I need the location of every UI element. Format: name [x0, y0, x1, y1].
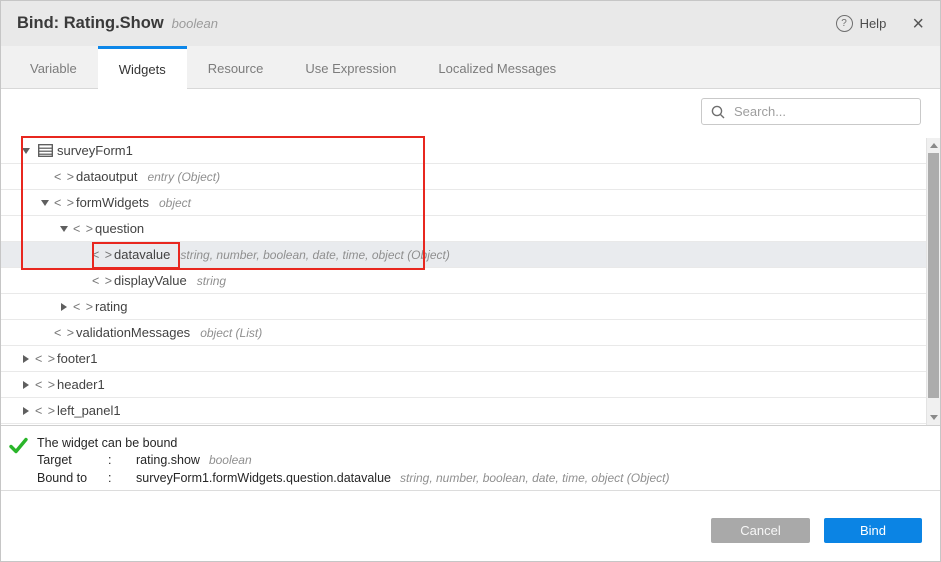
scrollbar-down-arrow-icon[interactable]	[930, 415, 938, 420]
angle-brackets-icon: < >	[54, 170, 74, 184]
angle-brackets-icon: < >	[92, 274, 112, 288]
chevron-down-icon[interactable]	[36, 200, 54, 206]
tree-row-formwidgets[interactable]: < >formWidgets object	[1, 190, 927, 216]
success-check-icon	[9, 437, 28, 454]
scrollbar-track[interactable]	[926, 138, 940, 425]
tab-localized-messages[interactable]: Localized Messages	[417, 46, 577, 88]
angle-brackets-icon: < >	[35, 404, 55, 418]
tab-bar: VariableWidgetsResourceUse ExpressionLoc…	[1, 46, 940, 89]
bound-to-type: string, number, boolean, date, time, obj…	[400, 471, 669, 485]
tree-row-type: string, number, boolean, date, time, obj…	[180, 248, 449, 262]
tree-row-label: header1	[57, 377, 105, 392]
target-type: boolean	[209, 453, 252, 467]
bind-button[interactable]: Bind	[824, 518, 922, 543]
tree-row-label: question	[95, 221, 144, 236]
page-title: Bind: Rating.Show	[17, 14, 164, 33]
angle-brackets-icon: < >	[73, 300, 93, 314]
tree-row-left-panel1[interactable]: < >left_panel1	[1, 398, 927, 424]
angle-brackets-icon: < >	[35, 378, 55, 392]
tree-row-type: object	[159, 196, 191, 210]
tree-row-label: surveyForm1	[57, 143, 133, 158]
scrollbar-thumb[interactable]	[928, 153, 939, 398]
tree-row-rating[interactable]: < >rating	[1, 294, 927, 320]
status-lines: The widget can be bound Target : rating.…	[37, 434, 669, 487]
angle-brackets-icon: < >	[35, 352, 55, 366]
tab-resource[interactable]: Resource	[187, 46, 285, 88]
search-input[interactable]	[732, 103, 912, 120]
target-label: Target	[37, 453, 108, 467]
bound-to-label: Bound to	[37, 471, 108, 485]
tree-row-question[interactable]: < >question	[1, 216, 927, 242]
tree-row-displayvalue[interactable]: < >displayValue string	[1, 268, 927, 294]
search-icon	[711, 105, 725, 119]
search-box	[701, 98, 921, 125]
tree-row-type: entry (Object)	[147, 170, 220, 184]
tree-row-header1[interactable]: < >header1	[1, 372, 927, 398]
cancel-button[interactable]: Cancel	[711, 518, 810, 543]
tree-row-dataoutput[interactable]: < >dataoutput entry (Object)	[1, 164, 927, 190]
chevron-right-icon[interactable]	[55, 303, 73, 311]
bind-status-panel: The widget can be bound Target : rating.…	[1, 426, 940, 491]
status-message: The widget can be bound	[37, 436, 177, 450]
status-target-row: Target : rating.show boolean	[37, 452, 669, 470]
tree-row-label: formWidgets	[76, 195, 149, 210]
angle-brackets-icon: < >	[54, 196, 74, 210]
dialog-header: Bind: Rating.Show boolean ? Help ×	[1, 1, 940, 46]
tree-row-type: object (List)	[200, 326, 262, 340]
tab-widgets[interactable]: Widgets	[98, 46, 187, 89]
chevron-right-icon[interactable]	[17, 381, 35, 389]
tree-row-datavalue[interactable]: < >datavalue string, number, boolean, dat…	[1, 242, 927, 268]
target-value: rating.show	[136, 453, 200, 467]
widget-tree: surveyForm1< >dataoutputentry (Object)< …	[1, 138, 940, 426]
help-circle-icon[interactable]: ?	[836, 15, 853, 32]
tree-row-validationmessages[interactable]: < >validationMessages object (List)	[1, 320, 927, 346]
tree-row-label: dataoutput	[76, 169, 137, 184]
help-button[interactable]: Help	[860, 16, 887, 31]
scrollbar-up-arrow-icon[interactable]	[930, 143, 938, 148]
dialog-footer: Cancel Bind	[1, 491, 940, 561]
angle-brackets-icon: < >	[54, 326, 74, 340]
angle-brackets-icon: < >	[73, 222, 93, 236]
tree-row-label: validationMessages	[76, 325, 190, 340]
tree-row-footer1[interactable]: < >footer1	[1, 346, 927, 372]
tree-row-type: string	[197, 274, 226, 288]
close-icon[interactable]: ×	[912, 14, 924, 34]
chevron-down-icon[interactable]	[17, 148, 35, 154]
status-bound-row: Bound to : surveyForm1.formWidgets.quest…	[37, 469, 669, 487]
form-widget-icon	[35, 144, 55, 157]
tab-use-expression[interactable]: Use Expression	[284, 46, 417, 88]
tree-row-label: footer1	[57, 351, 97, 366]
chevron-right-icon[interactable]	[17, 355, 35, 363]
tree-row-label: datavalue	[114, 247, 170, 262]
title-type-annotation: boolean	[172, 16, 218, 31]
tree-row-surveyform1[interactable]: surveyForm1	[1, 138, 927, 164]
tree-row-label: rating	[95, 299, 128, 314]
tree-row-label: displayValue	[114, 273, 187, 288]
tree-row-label: left_panel1	[57, 403, 121, 418]
chevron-down-icon[interactable]	[55, 226, 73, 232]
chevron-right-icon[interactable]	[17, 407, 35, 415]
bound-to-colon: :	[108, 471, 136, 485]
tab-variable[interactable]: Variable	[9, 46, 98, 88]
target-colon: :	[108, 453, 136, 467]
toolbar	[1, 89, 940, 138]
angle-brackets-icon: < >	[92, 248, 112, 262]
bound-to-value: surveyForm1.formWidgets.question.dataval…	[136, 471, 391, 485]
bind-dialog: Bind: Rating.Show boolean ? Help × Varia…	[0, 0, 941, 562]
header-actions: ? Help ×	[836, 14, 924, 34]
